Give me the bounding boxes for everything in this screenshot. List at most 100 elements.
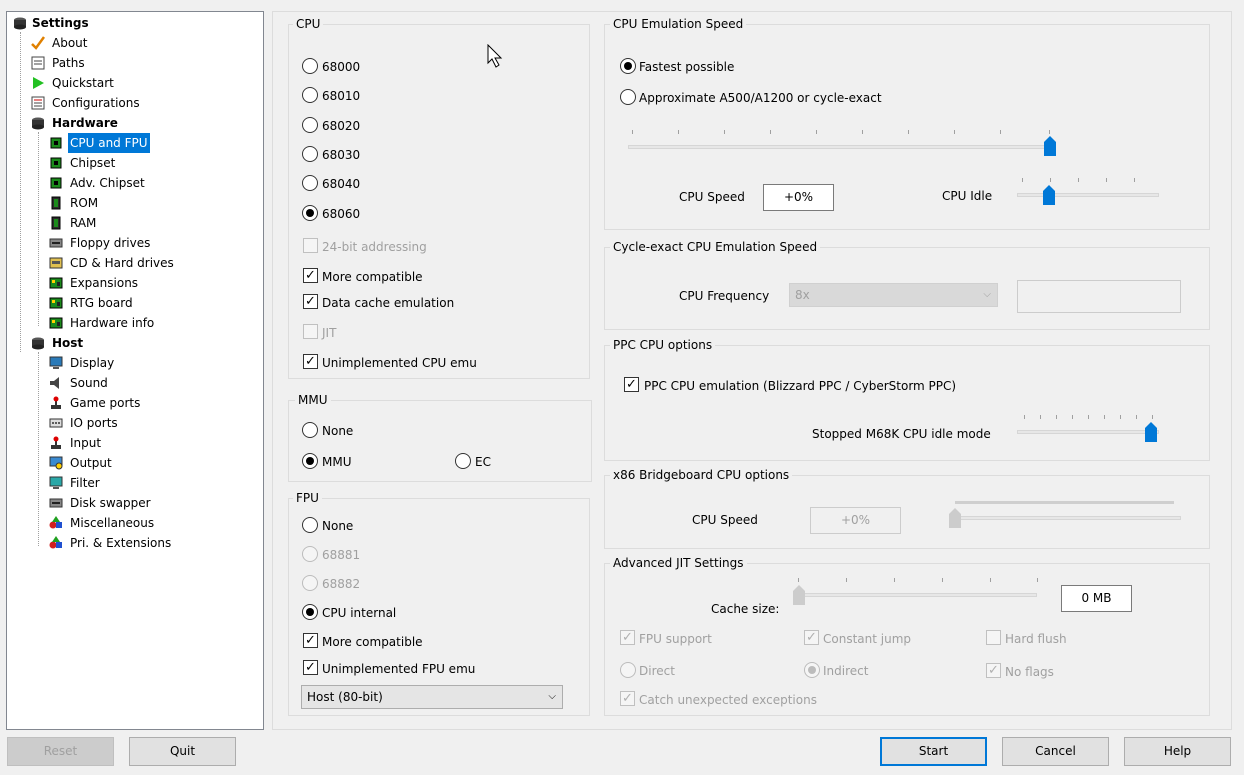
cpu-frequency-field[interactable] bbox=[1017, 280, 1181, 313]
ppc-emulation-label: PPC CPU emulation (Blizzard PPC / CyberS… bbox=[644, 379, 957, 393]
tree-item-label: Chipset bbox=[70, 156, 116, 170]
slider-tick bbox=[1040, 415, 1041, 419]
cpu-speed-field[interactable]: +0% bbox=[763, 184, 834, 211]
slider-tick bbox=[1152, 415, 1153, 419]
tree-item-label: Display bbox=[70, 356, 115, 370]
monitor-icon bbox=[49, 356, 63, 370]
cpu-more-compatible-checkbox[interactable]: ✓ bbox=[303, 268, 318, 283]
ppc-idle-label: Stopped M68K CPU idle mode bbox=[812, 427, 991, 441]
approx-radio[interactable] bbox=[620, 89, 636, 105]
radio-68000[interactable] bbox=[302, 58, 318, 74]
slider-tick bbox=[1104, 415, 1105, 419]
start-button[interactable]: Start bbox=[880, 737, 987, 766]
settings-icon bbox=[13, 16, 27, 30]
tree-item-label: Hardware bbox=[52, 116, 118, 130]
radio-68060[interactable] bbox=[302, 205, 318, 221]
tree-item-label: Settings bbox=[32, 16, 89, 30]
radio-68020[interactable] bbox=[302, 117, 318, 133]
slider-tick bbox=[798, 578, 799, 582]
fpu-unimpl-label: Unimplemented FPU emu bbox=[322, 662, 476, 676]
fpu-internal-radio[interactable] bbox=[302, 604, 318, 620]
fpu-68882-label: 68882 bbox=[322, 577, 361, 591]
cpu-idle-slider[interactable] bbox=[1017, 193, 1159, 197]
jit-hard-flush-checkbox[interactable] bbox=[986, 630, 1001, 645]
shapes-icon bbox=[49, 516, 63, 530]
fpu-more-compatible-checkbox[interactable]: ✓ bbox=[303, 633, 318, 648]
jit-no-flags-checkbox[interactable]: ✓ bbox=[986, 663, 1001, 678]
cpu-unimpl-checkbox[interactable]: ✓ bbox=[303, 354, 318, 369]
radio-68040[interactable] bbox=[302, 175, 318, 191]
x86-speed-slider[interactable] bbox=[955, 516, 1181, 520]
addr24-checkbox[interactable] bbox=[303, 238, 318, 253]
slider-tick bbox=[1072, 415, 1073, 419]
play-icon bbox=[31, 76, 45, 90]
x86-speed-field[interactable]: +0% bbox=[810, 507, 901, 534]
fpu-none-radio[interactable] bbox=[302, 517, 318, 533]
slider-tick bbox=[1106, 178, 1107, 182]
chip-icon bbox=[49, 196, 63, 210]
radio-68010[interactable] bbox=[302, 87, 318, 103]
cache-size-label: Cache size: bbox=[711, 602, 780, 616]
fpu-68882-radio[interactable] bbox=[302, 575, 318, 591]
board-icon bbox=[49, 316, 63, 330]
cache-size-field[interactable]: 0 MB bbox=[1061, 585, 1132, 612]
fastest-radio[interactable] bbox=[620, 58, 636, 74]
cpu-frequency-value: 8x bbox=[795, 288, 810, 302]
ppc-group-title: PPC CPU options bbox=[610, 338, 716, 352]
fastest-label: Fastest possible bbox=[639, 60, 735, 74]
slider-tick bbox=[632, 130, 633, 134]
cancel-button[interactable]: Cancel bbox=[1002, 737, 1109, 766]
slider-tick bbox=[862, 130, 863, 134]
settings-tree[interactable]: Settings About Paths Quickstart Configur… bbox=[6, 11, 264, 730]
ppc-emulation-checkbox[interactable]: ✓ bbox=[624, 377, 639, 392]
jit-catch-checkbox[interactable]: ✓ bbox=[620, 691, 635, 706]
mouse-cursor-icon bbox=[487, 43, 503, 71]
slider-tick bbox=[1000, 130, 1001, 134]
board-icon bbox=[49, 276, 63, 290]
help-button[interactable]: Help bbox=[1124, 737, 1231, 766]
radio-68000-label: 68000 bbox=[322, 60, 361, 74]
fpu-unimpl-checkbox[interactable]: ✓ bbox=[303, 660, 318, 675]
tree-item-label: Expansions bbox=[70, 276, 139, 290]
data-cache-checkbox[interactable]: ✓ bbox=[303, 294, 318, 309]
jit-catch-label: Catch unexpected exceptions bbox=[639, 693, 817, 707]
mmu-radio[interactable] bbox=[302, 453, 318, 469]
jit-fpu-support-checkbox[interactable]: ✓ bbox=[620, 630, 635, 645]
shapes-icon bbox=[49, 536, 63, 550]
jit-indirect-radio[interactable] bbox=[804, 662, 820, 678]
cpu-more-compatible-label: More compatible bbox=[322, 270, 423, 284]
fpu-68881-radio[interactable] bbox=[302, 546, 318, 562]
cpu-frequency-select[interactable]: 8x ⌵ bbox=[789, 283, 998, 307]
tree-item-label: Floppy drives bbox=[70, 236, 151, 250]
fpu-precision-select[interactable]: Host (80-bit) ⌵ bbox=[301, 685, 563, 709]
radio-68060-label: 68060 bbox=[322, 207, 361, 221]
reset-button[interactable]: Reset bbox=[7, 737, 114, 766]
mmu-none-radio[interactable] bbox=[302, 422, 318, 438]
cpu-unimpl-label: Unimplemented CPU emu bbox=[322, 356, 477, 370]
radio-68030-label: 68030 bbox=[322, 148, 361, 162]
radio-68030[interactable] bbox=[302, 146, 318, 162]
ioport-icon bbox=[49, 416, 63, 430]
ppc-idle-slider[interactable] bbox=[1017, 430, 1159, 434]
slider-tick bbox=[1037, 578, 1038, 582]
mmu-ec-radio[interactable] bbox=[455, 453, 471, 469]
joystick-icon bbox=[49, 396, 63, 410]
jit-const-jump-checkbox[interactable]: ✓ bbox=[804, 630, 819, 645]
chip-icon bbox=[49, 216, 63, 230]
tree-item-label: RTG board bbox=[70, 296, 133, 310]
tree-item-label: About bbox=[52, 36, 88, 50]
jit-label: JIT bbox=[322, 326, 337, 340]
speaker-icon bbox=[49, 376, 63, 390]
jit-group-title: Advanced JIT Settings bbox=[610, 556, 747, 570]
disks-icon bbox=[31, 336, 45, 350]
jit-const-jump-label: Constant jump bbox=[823, 632, 912, 646]
mmu-label: MMU bbox=[322, 455, 352, 469]
cache-size-slider[interactable] bbox=[795, 593, 1037, 597]
chip-icon bbox=[49, 136, 63, 150]
jit-direct-radio[interactable] bbox=[620, 662, 636, 678]
cpu-speed-slider[interactable] bbox=[628, 145, 1056, 149]
slider-tick bbox=[724, 130, 725, 134]
jit-checkbox[interactable] bbox=[303, 324, 318, 339]
jit-indirect-label: Indirect bbox=[823, 664, 869, 678]
quit-button[interactable]: Quit bbox=[129, 737, 236, 766]
